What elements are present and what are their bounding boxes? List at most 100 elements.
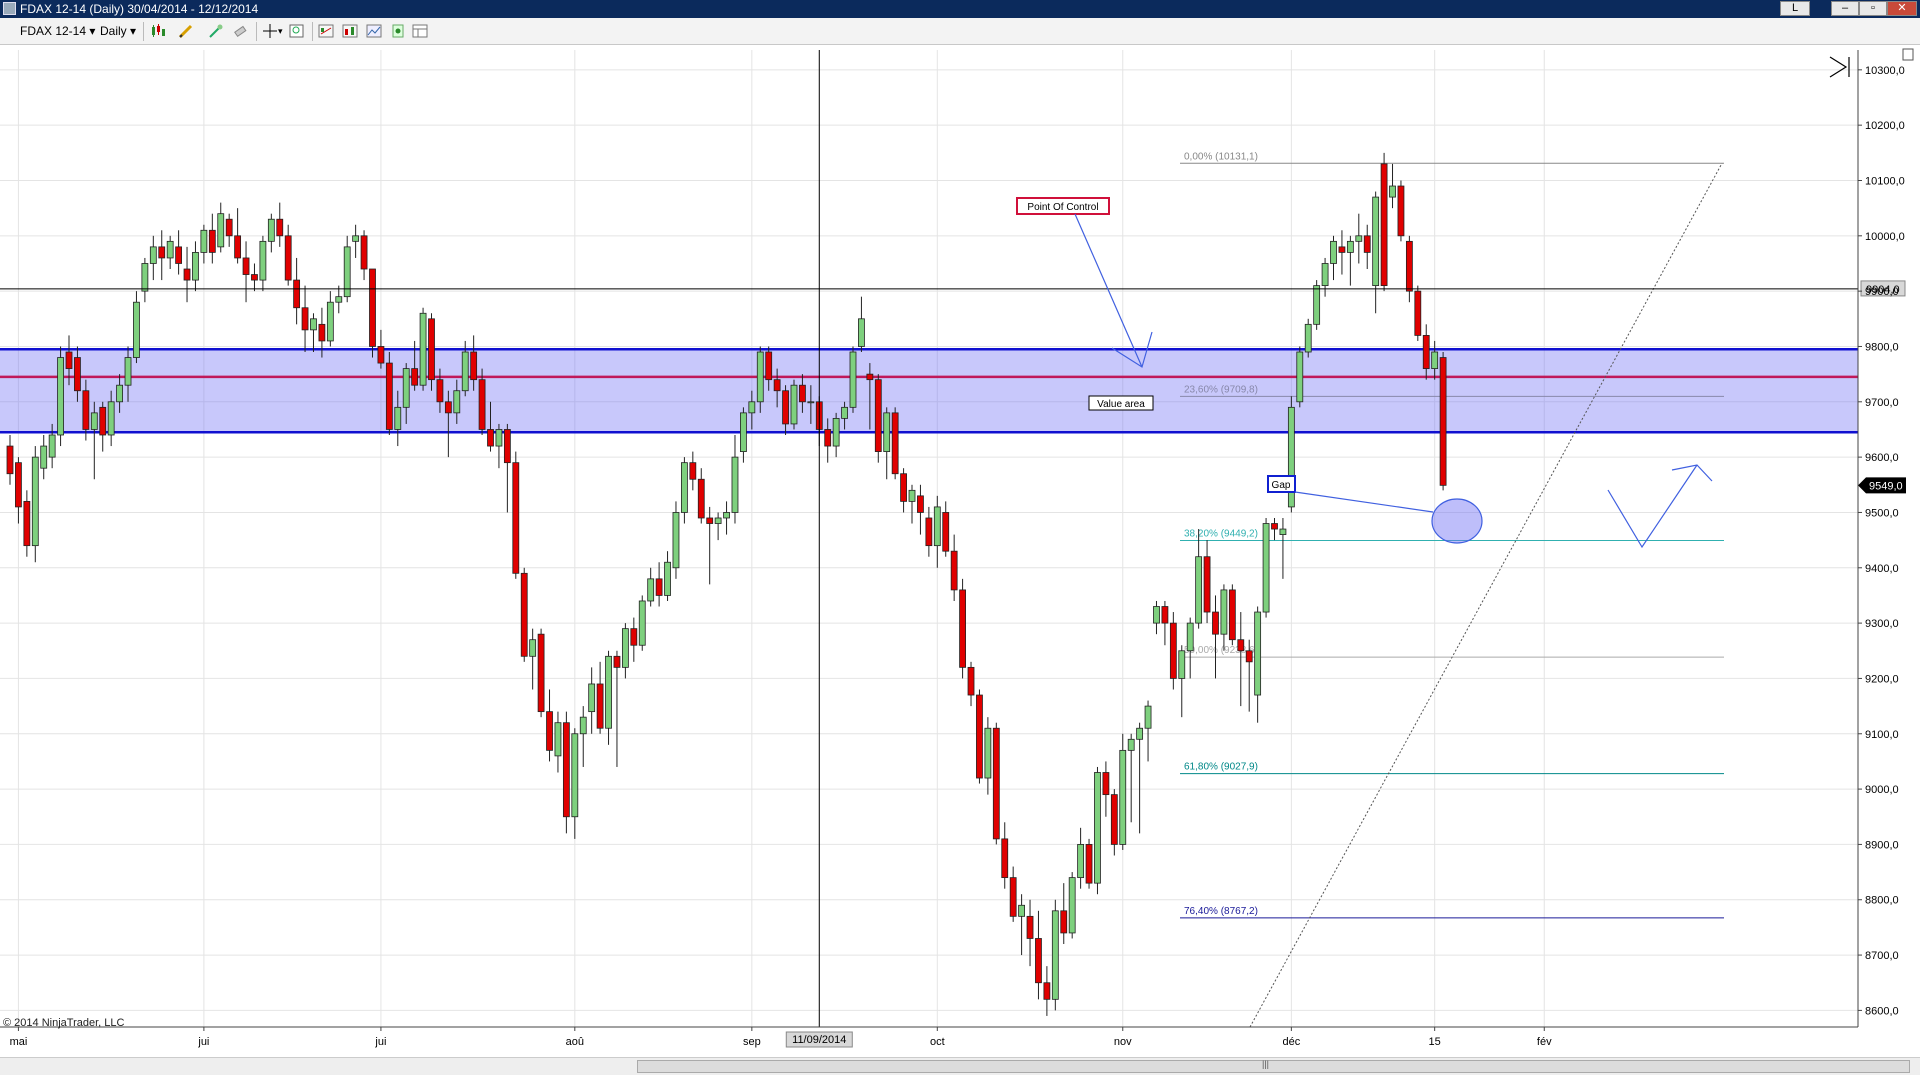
panel-toggle-icon bbox=[1902, 48, 1914, 61]
minimize-button[interactable]: – bbox=[1831, 1, 1859, 16]
app-icon bbox=[3, 2, 16, 15]
candle-body bbox=[251, 274, 258, 281]
candle-body bbox=[141, 263, 149, 292]
copyright-text: © 2014 NinjaTrader, LLC bbox=[3, 1017, 124, 1029]
y-tick-label: 8800,0 bbox=[1865, 895, 1899, 907]
candle-body bbox=[579, 716, 587, 735]
fib-level-label: 23,60% (9709,8) bbox=[1184, 384, 1258, 395]
chart-toolbar: FDAX 12-14 ▾ Daily ▾ ▾ bbox=[0, 18, 1920, 45]
candle-body bbox=[554, 722, 562, 757]
candle-body bbox=[571, 733, 579, 818]
candle-body bbox=[681, 462, 688, 513]
candle-body bbox=[1338, 246, 1346, 253]
horizontal-scrollbar[interactable]: ||| bbox=[0, 1057, 1920, 1075]
candle-body bbox=[200, 229, 208, 253]
y-tick-label: 8700,0 bbox=[1865, 950, 1899, 962]
candle-body bbox=[849, 351, 857, 408]
candlestick-icon[interactable] bbox=[150, 23, 166, 39]
candle-body bbox=[1346, 240, 1354, 253]
candle-body bbox=[1313, 285, 1321, 325]
candle-body bbox=[360, 235, 368, 270]
gap-ellipse bbox=[1431, 498, 1483, 544]
properties-icon[interactable] bbox=[366, 23, 382, 39]
candle-body bbox=[1262, 523, 1270, 613]
candle-body bbox=[57, 357, 64, 436]
candle-body bbox=[1085, 844, 1093, 884]
pencil-icon[interactable] bbox=[178, 23, 194, 39]
candle-body bbox=[858, 318, 865, 347]
candle-body bbox=[487, 429, 494, 447]
link-button[interactable]: L bbox=[1780, 1, 1810, 16]
candle-body bbox=[369, 268, 376, 347]
indicator-icon[interactable] bbox=[342, 23, 358, 39]
candle-body bbox=[326, 301, 334, 342]
close-button[interactable]: ✕ bbox=[1887, 1, 1917, 16]
candle-body bbox=[1363, 235, 1371, 253]
instrument-selector[interactable]: FDAX 12-14 ▾ bbox=[20, 23, 95, 39]
candle-body bbox=[1094, 772, 1101, 884]
candle-body bbox=[537, 633, 545, 713]
candle-body bbox=[908, 489, 916, 502]
y-tick-label: 9800,0 bbox=[1865, 341, 1899, 353]
candle-body bbox=[664, 561, 671, 596]
strategy-icon[interactable] bbox=[318, 23, 334, 39]
candle-body bbox=[470, 351, 478, 381]
crosshair-icon[interactable] bbox=[262, 23, 278, 39]
candle-body bbox=[1355, 235, 1363, 242]
candle-body bbox=[976, 694, 983, 779]
candle-body bbox=[503, 429, 511, 464]
eraser-icon[interactable] bbox=[232, 23, 248, 39]
candle-body bbox=[596, 683, 604, 729]
y-tick-label: 8600,0 bbox=[1865, 1005, 1899, 1017]
candle-body bbox=[841, 406, 848, 419]
candle-body bbox=[697, 478, 705, 519]
candle-body bbox=[310, 318, 317, 331]
candle-body bbox=[1431, 351, 1439, 370]
scrollbar-thumb[interactable] bbox=[637, 1060, 1910, 1073]
candle-body bbox=[461, 351, 469, 392]
candle-body bbox=[605, 655, 612, 729]
candle-body bbox=[1203, 556, 1211, 613]
candle-body bbox=[1279, 528, 1287, 535]
x-tick-label: nov bbox=[1114, 1036, 1132, 1048]
candle-body bbox=[1245, 650, 1253, 663]
candle-body bbox=[613, 655, 621, 668]
fib-level-label: 76,40% (8767,2) bbox=[1184, 906, 1258, 917]
candle-body bbox=[1009, 877, 1017, 917]
window-title-bar: FDAX 12-14 (Daily) 30/04/2014 - 12/12/20… bbox=[0, 0, 1920, 18]
candle-body bbox=[436, 379, 444, 403]
y-tick-label: 9900,0 bbox=[1865, 286, 1899, 298]
maximize-button[interactable]: ▫ bbox=[1859, 1, 1887, 16]
last-price-label: 9549,0 bbox=[1869, 480, 1903, 492]
poc-label-text: Point Of Control bbox=[1027, 202, 1098, 213]
wand-icon[interactable] bbox=[208, 23, 224, 39]
candle-body bbox=[495, 429, 503, 447]
crosshair-dropdown[interactable]: ▾ bbox=[278, 23, 283, 39]
price-chart[interactable]: 0,00% (10131,1) 23,60% (9709,8) 38,20% (94… bbox=[0, 45, 1920, 1057]
candle-body bbox=[133, 301, 140, 358]
interval-selector[interactable]: Daily ▾ bbox=[100, 23, 136, 39]
candle-body bbox=[242, 257, 250, 275]
data-box-icon[interactable] bbox=[390, 23, 406, 39]
candle-body bbox=[1110, 794, 1118, 845]
candle-body bbox=[428, 318, 435, 381]
x-tick-label: sep bbox=[743, 1036, 761, 1048]
time-axis: mai jui jui aoû sep oct nov déc 15 fév bbox=[0, 1026, 1858, 1048]
candle-body bbox=[175, 246, 183, 264]
candle-body bbox=[874, 379, 882, 452]
candle-body bbox=[621, 628, 629, 668]
candle-body bbox=[866, 373, 874, 381]
candle-body bbox=[1144, 705, 1152, 729]
candle-body bbox=[1254, 611, 1262, 696]
x-tick-label: 15 bbox=[1429, 1036, 1441, 1048]
zoom-icon[interactable] bbox=[289, 23, 305, 39]
fib-level-label: 61,80% (9027,9) bbox=[1184, 762, 1258, 773]
fib-level-label: 0,00% (10131,1) bbox=[1184, 151, 1258, 162]
candle-body bbox=[234, 235, 242, 259]
candle-body bbox=[630, 628, 638, 646]
candle-body bbox=[824, 429, 832, 447]
candle-body bbox=[217, 213, 225, 248]
candle-body bbox=[377, 346, 385, 364]
y-tick-label: 8900,0 bbox=[1865, 839, 1899, 851]
layout-icon[interactable] bbox=[412, 23, 428, 39]
